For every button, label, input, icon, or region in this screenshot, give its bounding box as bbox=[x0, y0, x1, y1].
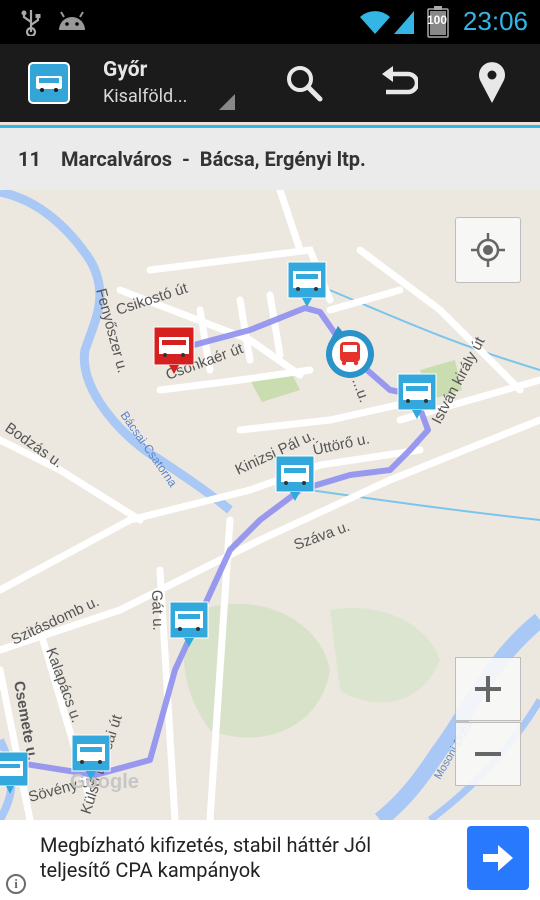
search-icon bbox=[287, 66, 323, 102]
wifi-icon bbox=[360, 9, 390, 39]
signal-icon bbox=[392, 9, 416, 39]
ad-text[interactable]: Megbízható kifizetés, stabil háttér Jól … bbox=[40, 833, 440, 883]
zoom-out-button[interactable] bbox=[455, 722, 521, 786]
route-header: 11 Marcalváros - Bácsa, Ergényi ltp. bbox=[0, 125, 540, 190]
arrow-right-icon bbox=[483, 845, 513, 871]
location-pin-button[interactable] bbox=[462, 54, 522, 112]
spinner-arrow-icon[interactable] bbox=[219, 94, 235, 110]
ad-info-icon[interactable]: i bbox=[6, 874, 26, 894]
zoom-in-button[interactable] bbox=[455, 657, 521, 721]
crosshair-icon bbox=[471, 233, 505, 267]
route-name: Marcalváros - Bácsa, Ergényi ltp. bbox=[61, 147, 366, 171]
map-view[interactable]: Csikostó út Fenyőszer u. Csonkaér út Bác… bbox=[0, 190, 540, 820]
location-pin-icon bbox=[479, 62, 505, 103]
plus-icon bbox=[475, 676, 501, 702]
usb-icon bbox=[20, 8, 42, 40]
route-number: 11 bbox=[18, 147, 41, 171]
company-spinner-label[interactable]: Kisalföld... bbox=[103, 86, 187, 107]
ad-open-button[interactable] bbox=[467, 826, 529, 890]
search-button[interactable] bbox=[274, 54, 334, 112]
city-label[interactable]: Győr bbox=[103, 58, 147, 82]
action-bar: Győr Kisalföld... bbox=[0, 44, 540, 122]
clock: 23:06 bbox=[462, 6, 528, 36]
ad-banner[interactable]: Megbízható kifizetés, stabil háttér Jól … bbox=[0, 820, 540, 900]
status-bar: 100 23:06 bbox=[0, 0, 540, 44]
my-location-button[interactable] bbox=[455, 217, 521, 283]
android-icon bbox=[56, 8, 88, 38]
bus-app-icon[interactable] bbox=[28, 62, 70, 104]
street-label: Gát u. bbox=[148, 590, 166, 631]
undo-icon bbox=[382, 66, 418, 95]
minus-icon bbox=[475, 752, 501, 756]
battery-level: 100 bbox=[427, 13, 448, 27]
undo-button[interactable] bbox=[368, 54, 428, 112]
google-watermark: Google bbox=[70, 771, 139, 793]
